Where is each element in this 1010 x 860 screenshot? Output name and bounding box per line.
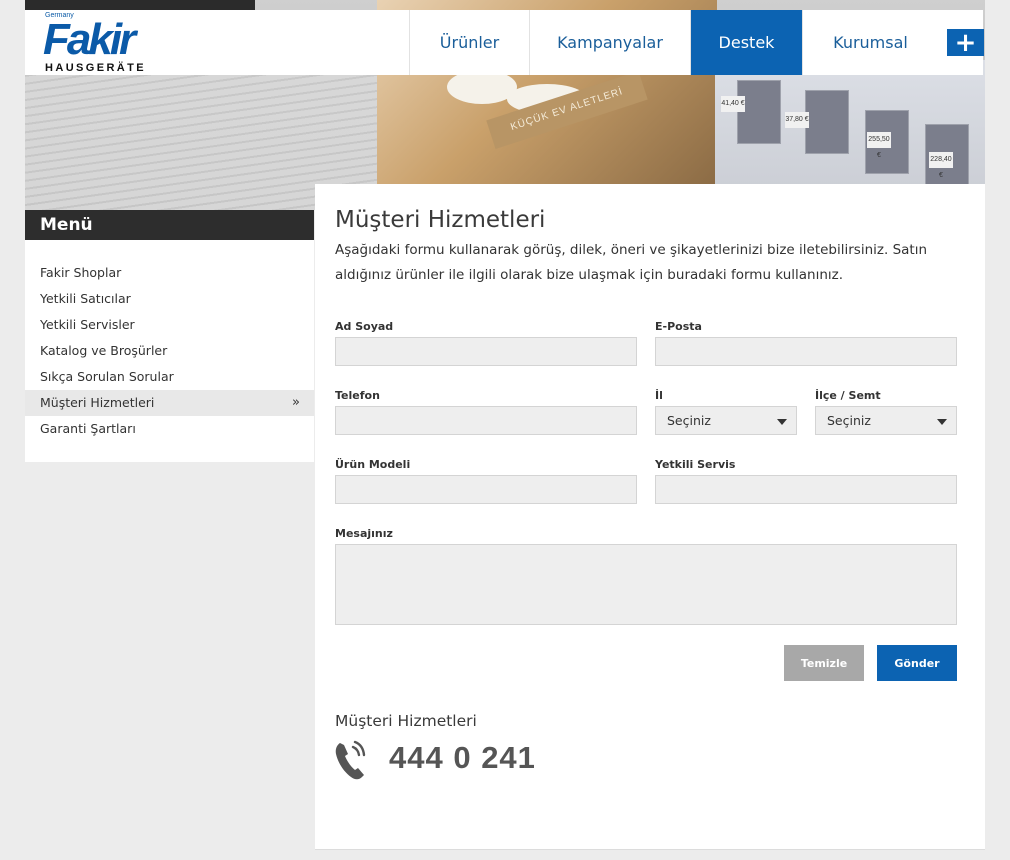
phone-label: Telefon <box>335 389 380 402</box>
nav-item-kampanyalar[interactable]: Kampanyalar <box>529 10 690 75</box>
nav-item-urunler[interactable]: Ürünler <box>409 10 529 75</box>
model-label: Ürün Modeli <box>335 458 411 471</box>
name-label: Ad Soyad <box>335 320 394 333</box>
phone-icon <box>335 740 366 780</box>
sidebar-item-yetkili-saticilar[interactable]: Yetkili Satıcılar <box>25 286 314 312</box>
message-textarea[interactable] <box>336 545 956 624</box>
email-field[interactable] <box>655 337 957 366</box>
sidebar-item-katalog[interactable]: Katalog ve Broşürler <box>25 338 314 364</box>
city-selected-value: Seçiniz <box>667 413 711 428</box>
name-field[interactable] <box>335 337 637 366</box>
sidebar-item-label: Garanti Şartları <box>40 421 136 436</box>
model-input[interactable] <box>336 476 636 503</box>
district-selected-value: Seçiniz <box>827 413 871 428</box>
intro-text: Aşağıdaki formu kullanarak görüş, dilek,… <box>335 242 928 283</box>
site-header: Germany Fakir HAUSGERÄTE Ürünler Kampany… <box>25 10 984 75</box>
product-card <box>805 90 849 154</box>
customer-service-title: Müşteri Hizmetleri <box>335 712 477 730</box>
nav-item-destek[interactable]: Destek <box>690 10 802 75</box>
main-nav: Ürünler Kampanyalar Destek Kurumsal <box>409 10 938 75</box>
price-tag: 255,50 € <box>867 132 891 159</box>
service-field[interactable] <box>655 475 957 504</box>
sidebar-item-sss[interactable]: Sıkça Sorulan Sorular <box>25 364 314 390</box>
sidebar-item-garanti[interactable]: Garanti Şartları <box>25 416 314 442</box>
price-tag: 228,40 € <box>929 152 953 179</box>
service-input[interactable] <box>656 476 956 503</box>
price-tag: 41,40 € <box>721 96 745 112</box>
product-card <box>737 80 781 144</box>
sidebar-item-label: Katalog ve Broşürler <box>40 343 168 358</box>
email-input[interactable] <box>656 338 956 365</box>
phone-field[interactable] <box>335 406 637 435</box>
district-label: İlçe / Semt <box>815 389 881 402</box>
city-label: İl <box>655 389 663 402</box>
message-label: Mesajınız <box>335 527 393 540</box>
expand-plus-button[interactable]: + <box>947 29 984 56</box>
caret-down-icon <box>937 419 947 425</box>
price-tag: 37,80 € <box>785 112 809 128</box>
sidebar-item-label: Müşteri Hizmetleri <box>40 395 155 410</box>
phone-input[interactable] <box>336 407 636 434</box>
sidebar-item-label: Yetkili Servisler <box>40 317 135 332</box>
clear-button[interactable]: Temizle <box>784 645 864 681</box>
phone-number[interactable]: 444 0 241 <box>389 740 536 776</box>
message-field[interactable] <box>335 544 957 625</box>
model-field[interactable] <box>335 475 637 504</box>
nav-item-kurumsal[interactable]: Kurumsal <box>802 10 938 75</box>
sidebar-menu: Fakir Shoplar Yetkili Satıcılar Yetkili … <box>25 260 314 442</box>
sidebar-item-label: Sıkça Sorulan Sorular <box>40 369 174 384</box>
sidebar-item-yetkili-servisler[interactable]: Yetkili Servisler <box>25 312 314 338</box>
caret-down-icon <box>777 419 787 425</box>
sidebar: Menü Fakir Shoplar Yetkili Satıcılar Yet… <box>25 210 314 462</box>
page-title: Müşteri Hizmetleri <box>335 207 546 233</box>
sidebar-item-label: Yetkili Satıcılar <box>40 291 131 306</box>
name-input[interactable] <box>336 338 636 365</box>
logo-subtitle: HAUSGERÄTE <box>45 62 147 74</box>
city-select[interactable]: Seçiniz <box>655 406 797 435</box>
main-content: Müşteri Hizmetleri Aşağıdaki formu kulla… <box>315 184 985 850</box>
fakir-logo[interactable]: Germany Fakir HAUSGERÄTE <box>43 12 193 74</box>
double-chevron-right-icon: » <box>292 395 300 410</box>
sidebar-title: Menü <box>25 210 314 240</box>
send-button[interactable]: Gönder <box>877 645 957 681</box>
service-label: Yetkili Servis <box>655 458 736 471</box>
sidebar-item-fakir-shoplar[interactable]: Fakir Shoplar <box>25 260 314 286</box>
district-select[interactable]: Seçiniz <box>815 406 957 435</box>
logo-brand: Fakir <box>43 15 136 64</box>
sidebar-item-musteri-hizmetleri[interactable]: Müşteri Hizmetleri » <box>25 390 314 416</box>
email-label: E-Posta <box>655 320 702 333</box>
sidebar-item-label: Fakir Shoplar <box>40 265 122 280</box>
